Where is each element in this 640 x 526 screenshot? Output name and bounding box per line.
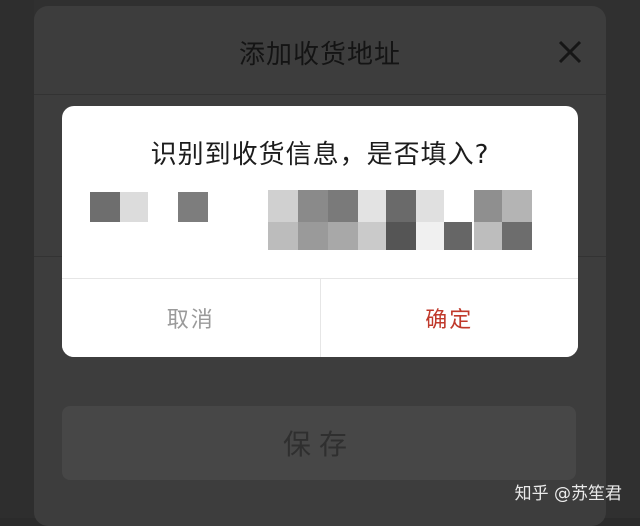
close-icon[interactable]: [556, 38, 584, 66]
dialog-actions: 取消 确定: [62, 278, 578, 357]
dialog-title: 识别到收货信息，是否填入?: [150, 140, 490, 170]
redacted-address: [62, 176, 578, 276]
sheet-title: 添加收货地址: [238, 40, 401, 70]
confirm-dialog: 识别到收货信息，是否填入? 取消 确定: [62, 106, 578, 357]
cancel-button[interactable]: 取消: [62, 279, 321, 357]
watermark: 知乎 @苏笙君: [514, 484, 622, 504]
background-edge: [0, 0, 34, 518]
confirm-button[interactable]: 确定: [320, 279, 578, 357]
divider: [34, 94, 606, 95]
save-button[interactable]: 保存: [62, 406, 576, 480]
